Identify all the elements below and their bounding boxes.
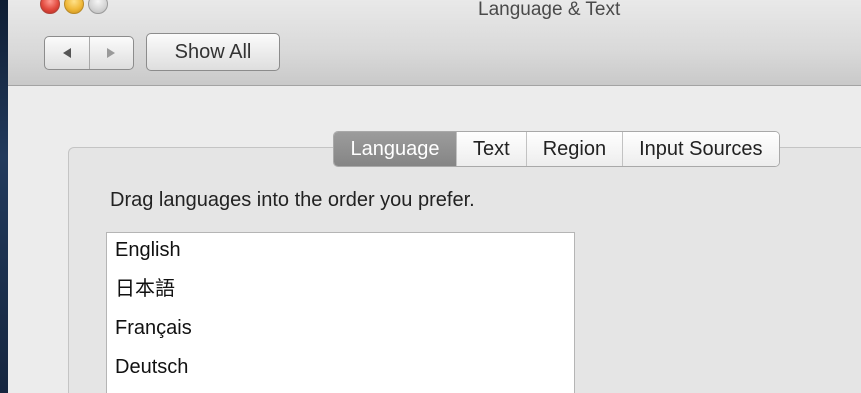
pane-content: Language Text Region Input Sources Drag …	[8, 86, 861, 393]
minimize-window-button[interactable]	[64, 0, 84, 14]
close-window-button[interactable]	[40, 0, 60, 14]
zoom-window-button[interactable]	[88, 0, 108, 14]
list-item[interactable]: 日本語	[107, 270, 574, 309]
tab-input-sources[interactable]: Input Sources	[623, 132, 779, 166]
window-title: Language & Text	[478, 0, 621, 20]
tab-text[interactable]: Text	[457, 132, 527, 166]
list-item[interactable]: Français	[107, 309, 574, 348]
list-item[interactable]: English	[107, 231, 574, 270]
title-bar: Language & Text Show All	[8, 0, 861, 86]
tab-region[interactable]: Region	[526, 132, 624, 166]
back-forward-control	[44, 36, 134, 70]
forward-button[interactable]	[90, 37, 134, 69]
instruction-text: Drag languages into the order you prefer…	[110, 189, 475, 211]
tab-language[interactable]: Language	[334, 132, 457, 166]
preferences-window: Language & Text Show All Language Text R…	[8, 0, 861, 393]
list-item[interactable]: Deutsch	[107, 348, 574, 387]
forward-arrow-icon	[107, 48, 116, 58]
show-all-button[interactable]: Show All	[146, 33, 280, 71]
desktop-background	[0, 0, 8, 393]
tab-bar: Language Text Region Input Sources	[333, 131, 780, 167]
back-arrow-icon	[62, 48, 71, 58]
back-button[interactable]	[45, 37, 90, 69]
language-list[interactable]: English 日本語 Français Deutsch	[106, 232, 575, 393]
